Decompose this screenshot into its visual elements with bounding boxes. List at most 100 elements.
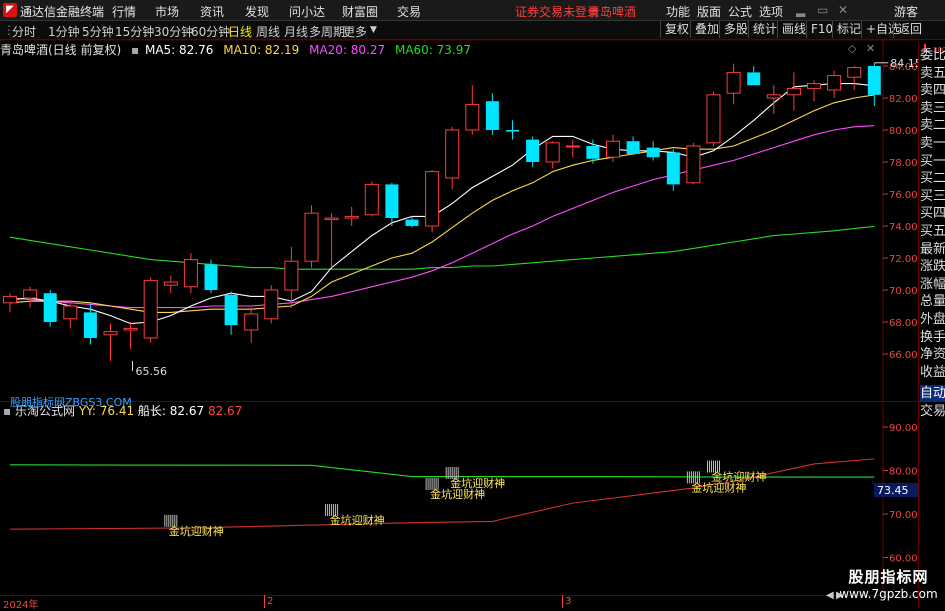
candle[interactable] — [244, 307, 259, 343]
period-more[interactable]: 更多 — [343, 23, 367, 40]
menu-xuanxiang[interactable]: 选项 — [759, 3, 783, 20]
side-item-13[interactable]: 涨幅 — [920, 276, 945, 293]
period-15min[interactable]: 15分钟 — [115, 23, 154, 40]
side-item-7[interactable]: 买二 — [920, 170, 945, 187]
side-item-0[interactable]: 委比 — [920, 47, 945, 64]
candle[interactable] — [83, 302, 97, 345]
quote-side-panel: L 300 委比 卖五 卖四 卖三 卖二 卖一 买一 买二 买三 买四 买五 最新 涨跌 涨幅 总量 外盘 换手… — [918, 41, 945, 609]
candle[interactable] — [686, 142, 701, 185]
candle[interactable] — [565, 139, 580, 158]
trade-login-notice[interactable]: 证券交易未登录 — [515, 3, 599, 20]
menu-gongshi[interactable]: 公式 — [728, 3, 752, 20]
candle[interactable] — [827, 70, 842, 98]
side-item-16[interactable]: 换手 — [920, 329, 945, 346]
fuquan-button[interactable]: 复权 — [660, 21, 693, 38]
menu-wenxiaoda[interactable]: 问小达 — [289, 3, 325, 20]
candle[interactable] — [224, 291, 238, 335]
high-price-label: 84.15 — [890, 57, 918, 70]
menu-gongneng[interactable]: 功能 — [666, 3, 690, 20]
candle[interactable] — [3, 293, 17, 313]
period-fenshi[interactable]: 分时 — [12, 23, 36, 40]
candle[interactable] — [786, 72, 801, 111]
price-tick-label: 80.00 — [889, 126, 918, 137]
side-item-2[interactable]: 卖四 — [920, 82, 945, 99]
signal-marker: 金坑迎财神 — [445, 467, 505, 490]
guest-user[interactable]: 游客 — [894, 3, 918, 20]
candle[interactable] — [465, 85, 480, 135]
candle[interactable] — [143, 277, 158, 343]
side-item-14[interactable]: 总量 — [920, 293, 945, 310]
side-item-19[interactable]: 自动 — [920, 385, 945, 402]
date-month-3: 3 — [565, 596, 572, 607]
candle[interactable] — [445, 126, 460, 190]
candle[interactable] — [304, 205, 319, 268]
period-60min[interactable]: 60分钟 — [191, 23, 230, 40]
candle[interactable] — [103, 323, 118, 362]
side-item-15[interactable]: 外盘 — [920, 311, 945, 328]
period-weekly[interactable]: 周线 — [256, 23, 280, 40]
side-item-20[interactable]: 交易 — [920, 403, 945, 420]
period-30min[interactable]: 30分钟 — [154, 23, 193, 40]
indicator-chart[interactable]: 90.0080.0070.0060.00 金坑迎财神金坑迎财神金坑迎财神金坑迎财… — [0, 402, 918, 596]
candle[interactable] — [646, 141, 660, 161]
side-item-3[interactable]: 卖三 — [920, 100, 945, 117]
scroll-left-icon[interactable]: ◀ — [826, 590, 834, 601]
side-item-12[interactable]: 涨跌 — [920, 258, 945, 275]
menu-faxian[interactable]: 发现 — [245, 3, 269, 20]
minimize-icon[interactable]: ▂ — [796, 3, 805, 17]
candle[interactable] — [747, 66, 761, 86]
price-chart[interactable]: 84.0082.0080.0078.0076.0074.0072.0070.00… — [0, 40, 918, 401]
side-item-18[interactable]: 收益 — [920, 364, 945, 381]
candle[interactable] — [847, 66, 862, 90]
period-1min[interactable]: 1分钟 — [48, 23, 80, 40]
menu-hangqing[interactable]: 行情 — [112, 3, 136, 20]
candle[interactable] — [364, 181, 379, 217]
candle[interactable] — [626, 136, 640, 154]
candle[interactable] — [204, 259, 218, 294]
signal-label: 金坑迎财神 — [330, 513, 385, 527]
candle[interactable] — [706, 91, 721, 146]
candle[interactable] — [163, 275, 178, 294]
side-item-6[interactable]: 买一 — [920, 153, 945, 170]
price-tick-label: 82.00 — [889, 94, 918, 105]
candle[interactable] — [23, 286, 38, 308]
period-5min[interactable]: 5分钟 — [82, 23, 114, 40]
menu-shichang[interactable]: 市场 — [155, 3, 179, 20]
candle[interactable] — [526, 136, 540, 167]
candle[interactable] — [485, 93, 499, 135]
period-daily[interactable]: 日线 — [228, 23, 252, 40]
side-item-8[interactable]: 买三 — [920, 188, 945, 205]
candle[interactable] — [123, 322, 138, 350]
period-monthly[interactable]: 月线 — [284, 23, 308, 40]
menu-caifuquan[interactable]: 财富圈 — [342, 3, 378, 20]
side-item-11[interactable]: 最新 — [920, 241, 945, 258]
candle[interactable] — [344, 206, 359, 226]
scroll-right-icon[interactable]: ▶ — [836, 590, 844, 601]
candle[interactable] — [807, 80, 821, 102]
candle[interactable] — [425, 170, 440, 233]
side-item-9[interactable]: 买四 — [920, 205, 945, 222]
candle[interactable] — [545, 141, 560, 169]
candle[interactable] — [264, 285, 279, 324]
candle[interactable] — [666, 149, 680, 191]
more-chevron-icon[interactable]: ▼ — [370, 25, 377, 35]
menu-banmian[interactable]: 版面 — [697, 3, 721, 20]
candle[interactable] — [506, 120, 519, 140]
menu-zixun[interactable]: 资讯 — [200, 3, 224, 20]
candle[interactable] — [324, 213, 339, 268]
restore-icon[interactable]: ▭ — [817, 3, 828, 17]
candle[interactable] — [43, 290, 57, 327]
candle[interactable] — [867, 62, 881, 106]
close-icon[interactable]: ✕ — [838, 3, 848, 17]
period-multi[interactable]: 多周期 — [309, 23, 345, 40]
menu-jiaoyi[interactable]: 交易 — [397, 3, 421, 20]
candle[interactable] — [726, 63, 741, 105]
side-item-17[interactable]: 净资 — [920, 346, 945, 363]
side-item-5[interactable]: 卖一 — [920, 135, 945, 152]
back-button[interactable]: 返回 — [893, 21, 926, 38]
candle[interactable] — [385, 182, 399, 226]
candle[interactable] — [183, 253, 198, 294]
side-item-1[interactable]: 卖五 — [920, 65, 945, 82]
side-item-4[interactable]: 卖二 — [920, 117, 945, 134]
side-item-10[interactable]: 买五 — [920, 223, 945, 240]
